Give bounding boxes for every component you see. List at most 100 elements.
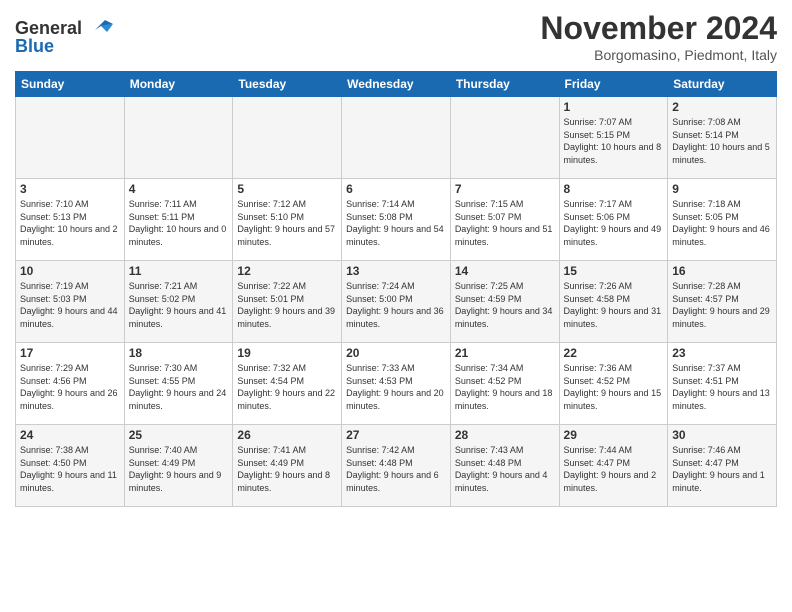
day-info-26: Sunrise: 7:41 AM Sunset: 4:49 PM Dayligh… bbox=[237, 444, 337, 494]
cell-w3-d6: 23Sunrise: 7:37 AM Sunset: 4:51 PM Dayli… bbox=[668, 343, 777, 425]
cell-w2-d2: 12 Sunrise: 7:22 AM Sunset: 5:01 PM Dayli… bbox=[233, 261, 342, 343]
week-row-0: 1 Sunrise: 7:07 AM Sunset: 5:15 PM Daylig… bbox=[16, 97, 777, 179]
day-number-11: 11 bbox=[129, 264, 229, 278]
cell-w3-d4: 21 Sunrise: 7:34 AM Sunset: 4:52 PM Dayli… bbox=[450, 343, 559, 425]
cell-w1-d4: 7Sunrise: 7:15 AM Sunset: 5:07 PM Daylig… bbox=[450, 179, 559, 261]
calendar-table: Sunday Monday Tuesday Wednesday Thursday… bbox=[15, 71, 777, 507]
col-tuesday: Tuesday bbox=[233, 72, 342, 97]
cell-w4-d5: 29Sunrise: 7:44 AM Sunset: 4:47 PM Dayli… bbox=[559, 425, 668, 507]
day-info-15: Sunrise: 7:26 AM Sunset: 4:58 PM Dayligh… bbox=[564, 280, 664, 330]
cell-w2-d1: 11 Sunrise: 7:21 AM Sunset: 5:02 PM Dayli… bbox=[124, 261, 233, 343]
cell-w0-d6: 2 Sunrise: 7:08 AM Sunset: 5:14 PM Daylig… bbox=[668, 97, 777, 179]
title-block: November 2024 Borgomasino, Piedmont, Ita… bbox=[540, 10, 777, 63]
day-info-7: Sunrise: 7:15 AM Sunset: 5:07 PM Dayligh… bbox=[455, 198, 555, 248]
day-info-10: Sunrise: 7:19 AM Sunset: 5:03 PM Dayligh… bbox=[20, 280, 120, 330]
day-info-12: Sunrise: 7:22 AM Sunset: 5:01 PM Dayligh… bbox=[237, 280, 337, 330]
cell-w4-d1: 25 Sunrise: 7:40 AM Sunset: 4:49 PM Dayli… bbox=[124, 425, 233, 507]
day-number-2: 2 bbox=[672, 100, 772, 114]
week-row-2: 10 Sunrise: 7:19 AM Sunset: 5:03 PM Dayli… bbox=[16, 261, 777, 343]
header-row: Sunday Monday Tuesday Wednesday Thursday… bbox=[16, 72, 777, 97]
col-saturday: Saturday bbox=[668, 72, 777, 97]
day-info-6: Sunrise: 7:14 AM Sunset: 5:08 PM Dayligh… bbox=[346, 198, 446, 248]
cell-w4-d4: 28Sunrise: 7:43 AM Sunset: 4:48 PM Dayli… bbox=[450, 425, 559, 507]
day-info-11: Sunrise: 7:21 AM Sunset: 5:02 PM Dayligh… bbox=[129, 280, 229, 330]
cell-w4-d6: 30 Sunrise: 7:46 AM Sunset: 4:47 PM Dayli… bbox=[668, 425, 777, 507]
cell-w3-d5: 22 Sunrise: 7:36 AM Sunset: 4:52 PM Dayli… bbox=[559, 343, 668, 425]
day-number-17: 17 bbox=[20, 346, 120, 360]
day-info-17: Sunrise: 7:29 AM Sunset: 4:56 PM Dayligh… bbox=[20, 362, 120, 412]
day-number-5: 5 bbox=[237, 182, 337, 196]
cell-w0-d3 bbox=[342, 97, 451, 179]
day-info-27: Sunrise: 7:42 AM Sunset: 4:48 PM Dayligh… bbox=[346, 444, 446, 494]
cell-w0-d0 bbox=[16, 97, 125, 179]
day-info-8: Sunrise: 7:17 AM Sunset: 5:06 PM Dayligh… bbox=[564, 198, 664, 248]
day-number-10: 10 bbox=[20, 264, 120, 278]
calendar-body: 1 Sunrise: 7:07 AM Sunset: 5:15 PM Daylig… bbox=[16, 97, 777, 507]
day-number-27: 27 bbox=[346, 428, 446, 442]
day-info-5: Sunrise: 7:12 AM Sunset: 5:10 PM Dayligh… bbox=[237, 198, 337, 248]
day-number-9: 9 bbox=[672, 182, 772, 196]
header: General Blue November 2024 Borgomasino, … bbox=[15, 10, 777, 63]
day-info-4: Sunrise: 7:11 AM Sunset: 5:11 PM Dayligh… bbox=[129, 198, 229, 248]
day-number-30: 30 bbox=[672, 428, 772, 442]
cell-w1-d5: 8 Sunrise: 7:17 AM Sunset: 5:06 PM Daylig… bbox=[559, 179, 668, 261]
day-info-21: Sunrise: 7:34 AM Sunset: 4:52 PM Dayligh… bbox=[455, 362, 555, 412]
day-number-15: 15 bbox=[564, 264, 664, 278]
cell-w2-d0: 10 Sunrise: 7:19 AM Sunset: 5:03 PM Dayli… bbox=[16, 261, 125, 343]
cell-w4-d0: 24 Sunrise: 7:38 AM Sunset: 4:50 PM Dayli… bbox=[16, 425, 125, 507]
cell-w1-d2: 5 Sunrise: 7:12 AM Sunset: 5:10 PM Daylig… bbox=[233, 179, 342, 261]
day-number-1: 1 bbox=[564, 100, 664, 114]
day-info-14: Sunrise: 7:25 AM Sunset: 4:59 PM Dayligh… bbox=[455, 280, 555, 330]
week-row-1: 3 Sunrise: 7:10 AM Sunset: 5:13 PM Daylig… bbox=[16, 179, 777, 261]
cell-w2-d3: 13 Sunrise: 7:24 AM Sunset: 5:00 PM Dayli… bbox=[342, 261, 451, 343]
cell-w3-d1: 18Sunrise: 7:30 AM Sunset: 4:55 PM Dayli… bbox=[124, 343, 233, 425]
cell-w2-d4: 14Sunrise: 7:25 AM Sunset: 4:59 PM Dayli… bbox=[450, 261, 559, 343]
day-number-8: 8 bbox=[564, 182, 664, 196]
day-number-25: 25 bbox=[129, 428, 229, 442]
cell-w4-d3: 27 Sunrise: 7:42 AM Sunset: 4:48 PM Dayli… bbox=[342, 425, 451, 507]
cell-w3-d3: 20 Sunrise: 7:33 AM Sunset: 4:53 PM Dayli… bbox=[342, 343, 451, 425]
day-info-1: Sunrise: 7:07 AM Sunset: 5:15 PM Dayligh… bbox=[564, 116, 664, 166]
cell-w3-d0: 17 Sunrise: 7:29 AM Sunset: 4:56 PM Dayli… bbox=[16, 343, 125, 425]
day-info-18: Sunrise: 7:30 AM Sunset: 4:55 PM Dayligh… bbox=[129, 362, 229, 412]
day-info-3: Sunrise: 7:10 AM Sunset: 5:13 PM Dayligh… bbox=[20, 198, 120, 248]
day-number-16: 16 bbox=[672, 264, 772, 278]
day-number-6: 6 bbox=[346, 182, 446, 196]
day-info-20: Sunrise: 7:33 AM Sunset: 4:53 PM Dayligh… bbox=[346, 362, 446, 412]
day-info-24: Sunrise: 7:38 AM Sunset: 4:50 PM Dayligh… bbox=[20, 444, 120, 494]
day-info-25: Sunrise: 7:40 AM Sunset: 4:49 PM Dayligh… bbox=[129, 444, 229, 494]
cell-w3-d2: 19Sunrise: 7:32 AM Sunset: 4:54 PM Dayli… bbox=[233, 343, 342, 425]
day-number-3: 3 bbox=[20, 182, 120, 196]
cell-w2-d6: 16Sunrise: 7:28 AM Sunset: 4:57 PM Dayli… bbox=[668, 261, 777, 343]
week-row-4: 24 Sunrise: 7:38 AM Sunset: 4:50 PM Dayli… bbox=[16, 425, 777, 507]
day-number-28: 28 bbox=[455, 428, 555, 442]
day-info-9: Sunrise: 7:18 AM Sunset: 5:05 PM Dayligh… bbox=[672, 198, 772, 248]
day-number-22: 22 bbox=[564, 346, 664, 360]
col-wednesday: Wednesday bbox=[342, 72, 451, 97]
day-number-20: 20 bbox=[346, 346, 446, 360]
day-number-12: 12 bbox=[237, 264, 337, 278]
col-friday: Friday bbox=[559, 72, 668, 97]
cell-w0-d1 bbox=[124, 97, 233, 179]
page-container: General Blue November 2024 Borgomasino, … bbox=[0, 0, 792, 512]
col-monday: Monday bbox=[124, 72, 233, 97]
cell-w1-d1: 4Sunrise: 7:11 AM Sunset: 5:11 PM Daylig… bbox=[124, 179, 233, 261]
cell-w1-d6: 9 Sunrise: 7:18 AM Sunset: 5:05 PM Daylig… bbox=[668, 179, 777, 261]
day-number-21: 21 bbox=[455, 346, 555, 360]
day-info-2: Sunrise: 7:08 AM Sunset: 5:14 PM Dayligh… bbox=[672, 116, 772, 166]
cell-w0-d2 bbox=[233, 97, 342, 179]
cell-w2-d5: 15 Sunrise: 7:26 AM Sunset: 4:58 PM Dayli… bbox=[559, 261, 668, 343]
cell-w4-d2: 26Sunrise: 7:41 AM Sunset: 4:49 PM Dayli… bbox=[233, 425, 342, 507]
logo-bird-icon bbox=[85, 12, 115, 42]
day-info-30: Sunrise: 7:46 AM Sunset: 4:47 PM Dayligh… bbox=[672, 444, 772, 494]
day-info-13: Sunrise: 7:24 AM Sunset: 5:00 PM Dayligh… bbox=[346, 280, 446, 330]
day-number-13: 13 bbox=[346, 264, 446, 278]
day-number-24: 24 bbox=[20, 428, 120, 442]
logo-text-blue: Blue bbox=[15, 36, 54, 57]
logo: General Blue bbox=[15, 14, 115, 57]
day-info-22: Sunrise: 7:36 AM Sunset: 4:52 PM Dayligh… bbox=[564, 362, 664, 412]
day-number-29: 29 bbox=[564, 428, 664, 442]
cell-w0-d4 bbox=[450, 97, 559, 179]
day-number-23: 23 bbox=[672, 346, 772, 360]
col-sunday: Sunday bbox=[16, 72, 125, 97]
